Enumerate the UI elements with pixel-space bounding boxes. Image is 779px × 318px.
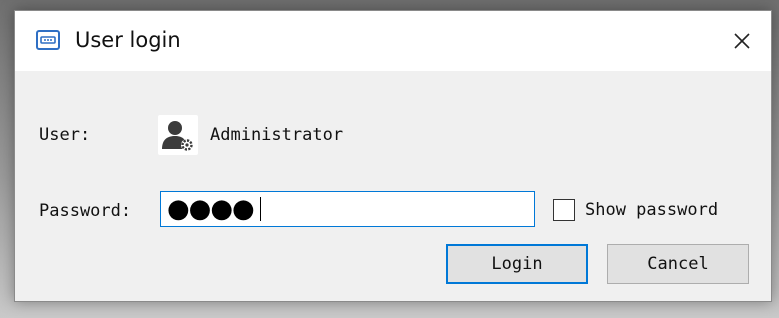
- password-label: Password:: [39, 201, 132, 221]
- password-input[interactable]: [160, 191, 535, 227]
- text-caret: [260, 197, 261, 221]
- login-button[interactable]: Login: [446, 244, 588, 284]
- close-icon: [732, 31, 752, 51]
- dialog-title: User login: [75, 28, 181, 52]
- user-name: Administrator: [210, 125, 344, 145]
- title-bar[interactable]: User login: [15, 11, 771, 71]
- login-dialog: User login User: Administrator Password:…: [14, 10, 772, 302]
- show-password-label: Show password: [585, 200, 719, 220]
- close-button[interactable]: [713, 11, 771, 71]
- checkbox-box[interactable]: [553, 199, 575, 221]
- cancel-button[interactable]: Cancel: [607, 244, 749, 284]
- login-window-icon: [35, 27, 61, 53]
- user-settings-icon: [158, 115, 198, 155]
- user-label: User:: [39, 125, 91, 145]
- show-password-checkbox[interactable]: Show password: [553, 196, 718, 224]
